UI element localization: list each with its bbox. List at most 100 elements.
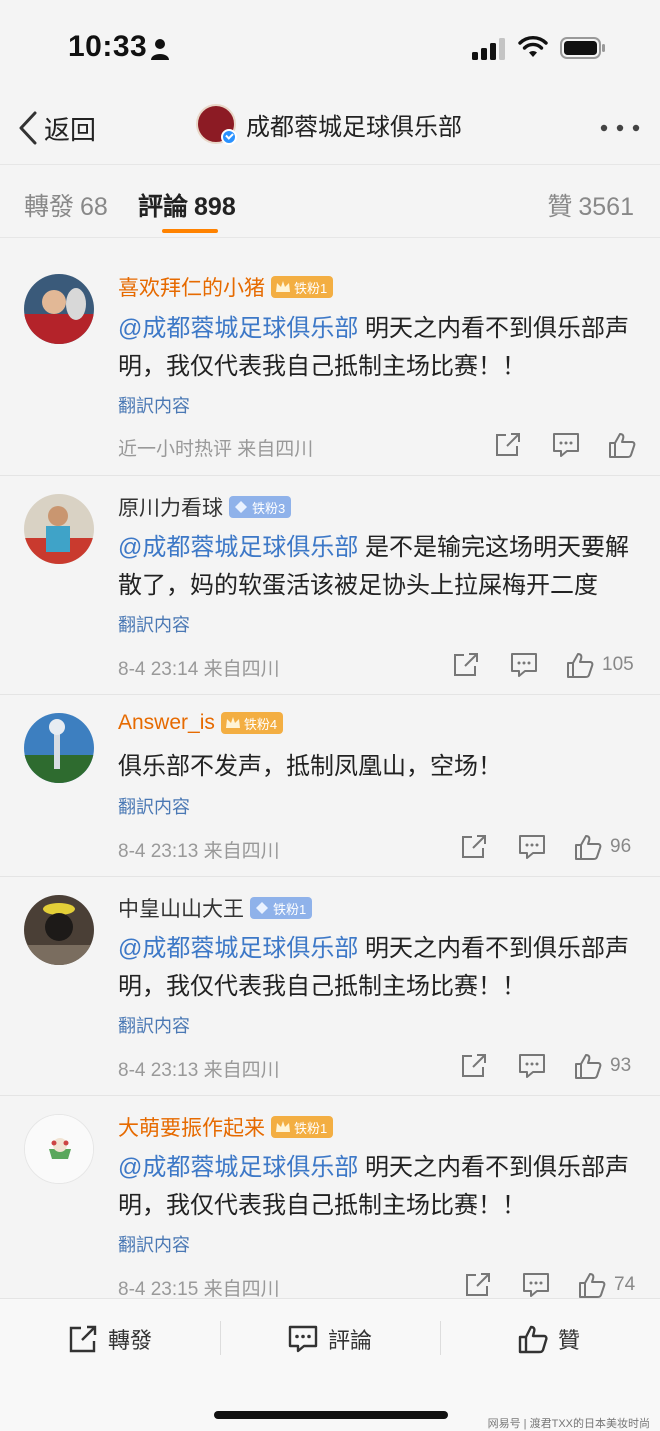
avatar-image-icon	[24, 274, 94, 344]
username-row: Answer_is 铁粉4	[118, 711, 284, 735]
translate-link[interactable]: 翻訳内容	[118, 793, 190, 819]
nav-bar: 返回 成都蓉城足球俱乐部	[0, 96, 660, 164]
comment-icon[interactable]	[552, 432, 580, 458]
like-label: 贊	[558, 1328, 581, 1353]
like-icon[interactable]	[566, 652, 594, 678]
fan-badge: 铁粉3	[229, 496, 292, 518]
repost-icon	[69, 1325, 97, 1353]
comment-icon[interactable]	[518, 834, 546, 860]
comment-meta: 近一小时热评 来自四川	[118, 439, 314, 460]
like-icon[interactable]	[574, 1053, 602, 1079]
comment-item: 大萌要振作起来 铁粉1 @成都蓉城足球俱乐部 明天之内看不到俱乐部声明，我仅代表…	[0, 1096, 660, 1298]
comment-item: 原川力看球 铁粉3 @成都蓉城足球俱乐部 是不是输完这场明天要解散了，妈的软蛋活…	[0, 476, 660, 695]
share-icon[interactable]	[460, 834, 488, 860]
share-icon[interactable]	[494, 432, 522, 458]
watermark-text: 网易号 | 渡君TXX的日本美妆时尚	[487, 1418, 650, 1430]
like-icon	[518, 1325, 548, 1354]
home-indicator[interactable]	[214, 1411, 448, 1419]
like-count: 74	[614, 1274, 636, 1295]
fan-badge-label: 铁粉1	[294, 280, 328, 296]
comment-item: 中皇山山大王 铁粉1 @成都蓉城足球俱乐部 明天之内看不到俱乐部声明，我仅代表我…	[0, 877, 660, 1096]
translate-link[interactable]: 翻訳内容	[118, 392, 190, 418]
username[interactable]: 喜欢拜仁的小猪	[118, 272, 265, 302]
username[interactable]: 中皇山山大王	[118, 893, 244, 923]
user-avatar[interactable]	[24, 274, 94, 344]
divider	[220, 1321, 221, 1355]
username-row: 原川力看球 铁粉3	[118, 492, 292, 522]
comment-meta: 8-4 23:15 来自四川	[118, 1279, 280, 1298]
comment-icon	[288, 1325, 318, 1353]
active-tab-indicator	[162, 229, 218, 233]
crown-icon	[276, 281, 290, 292]
user-avatar[interactable]	[24, 494, 94, 564]
fan-badge-label: 铁粉3	[252, 500, 286, 516]
mention-link[interactable]: @成都蓉城足球俱乐部	[118, 534, 358, 561]
repost-label: 轉發	[108, 1328, 153, 1353]
like-count: 93	[610, 1055, 632, 1076]
tab-repost[interactable]: 轉發 68	[24, 187, 108, 223]
tab-repost-label: 轉發	[24, 193, 75, 221]
comment-text: @成都蓉城足球俱乐部 明天之内看不到俱乐部声明，我仅代表我自己抵制主场比赛！！	[118, 930, 638, 1006]
nav-account[interactable]: 成都蓉城足球俱乐部	[196, 104, 462, 145]
comment-label: 評論	[328, 1328, 373, 1353]
like-count: 105	[602, 654, 634, 675]
comment-list[interactable]: 喜欢拜仁的小猪 铁粉1 @成都蓉城足球俱乐部 明天之内看不到俱乐部声明，我仅代表…	[0, 238, 660, 1298]
user-avatar[interactable]	[24, 895, 94, 965]
like-button[interactable]: 贊	[518, 1323, 580, 1355]
back-label: 返回	[44, 114, 97, 145]
translate-link[interactable]: 翻訳内容	[118, 1231, 190, 1257]
tab-like[interactable]: 贊 3561	[547, 187, 634, 223]
translate-link[interactable]: 翻訳内容	[118, 1012, 190, 1038]
nav-title: 成都蓉城足球俱乐部	[246, 113, 462, 141]
tab-comment-label: 評論	[138, 193, 189, 221]
comment-icon[interactable]	[518, 1053, 546, 1079]
mention-link[interactable]: @成都蓉城足球俱乐部	[118, 935, 358, 962]
like-icon[interactable]	[574, 834, 602, 860]
club-avatar[interactable]	[196, 104, 237, 145]
repost-button[interactable]: 轉發	[68, 1323, 152, 1355]
fan-badge: 铁粉1	[271, 1116, 334, 1138]
avatar-image-icon	[24, 494, 94, 564]
status-time: 10:33	[68, 30, 148, 63]
share-icon[interactable]	[460, 1053, 488, 1079]
username[interactable]: Answer_is	[118, 711, 215, 735]
like-icon[interactable]	[608, 432, 636, 458]
mention-link[interactable]: @成都蓉城足球俱乐部	[118, 315, 358, 342]
user-avatar[interactable]	[24, 1114, 94, 1184]
fan-badge-label: 铁粉4	[243, 716, 278, 732]
share-icon[interactable]	[452, 652, 480, 678]
comment-icon[interactable]	[510, 652, 538, 678]
avatar-image-icon	[24, 713, 94, 783]
fan-badge: 铁粉4	[220, 712, 284, 734]
translate-link[interactable]: 翻訳内容	[118, 611, 190, 637]
username[interactable]: 大萌要振作起来	[118, 1112, 265, 1142]
comment-meta: 8-4 23:13 来自四川	[118, 1060, 280, 1081]
comment-text: 俱乐部不发声，抵制凤凰山，空场！	[118, 748, 638, 786]
bottom-action-bar: 轉發 評論 贊 网易号 | 渡君TXX的日本美妆时尚	[0, 1298, 660, 1431]
comment-button[interactable]: 評論	[288, 1323, 372, 1355]
comment-icon[interactable]	[522, 1272, 550, 1298]
tab-like-label: 贊	[547, 193, 573, 221]
tab-comment[interactable]: 評論 898	[138, 187, 236, 223]
wifi-icon	[518, 36, 548, 57]
diamond-icon	[235, 501, 247, 513]
comment-item: Answer_is 铁粉4 俱乐部不发声，抵制凤凰山，空场！ 翻訳内容 8-4 …	[0, 695, 660, 877]
tabs-bar: 轉發 68 評論 898 贊 3561	[0, 164, 660, 238]
username-row: 喜欢拜仁的小猪 铁粉1	[118, 272, 334, 302]
verified-badge-icon	[221, 129, 237, 145]
username[interactable]: 原川力看球	[118, 492, 223, 522]
mention-link[interactable]: @成都蓉城足球俱乐部	[118, 1154, 358, 1181]
avatar-image-icon	[25, 1115, 93, 1183]
username-row: 中皇山山大王 铁粉1	[118, 893, 313, 923]
share-icon[interactable]	[464, 1272, 492, 1298]
back-button[interactable]: 返回	[18, 108, 96, 148]
avatar-image-icon	[24, 895, 94, 965]
like-count: 96	[610, 836, 632, 857]
user-avatar[interactable]	[24, 713, 94, 783]
comment-meta: 8-4 23:13 来自四川	[118, 841, 280, 862]
fan-badge: 铁粉1	[271, 276, 334, 298]
more-icon[interactable]	[600, 124, 640, 132]
username-row: 大萌要振作起来 铁粉1	[118, 1112, 334, 1142]
like-icon[interactable]	[578, 1272, 606, 1298]
fan-badge-label: 铁粉1	[294, 1120, 328, 1136]
